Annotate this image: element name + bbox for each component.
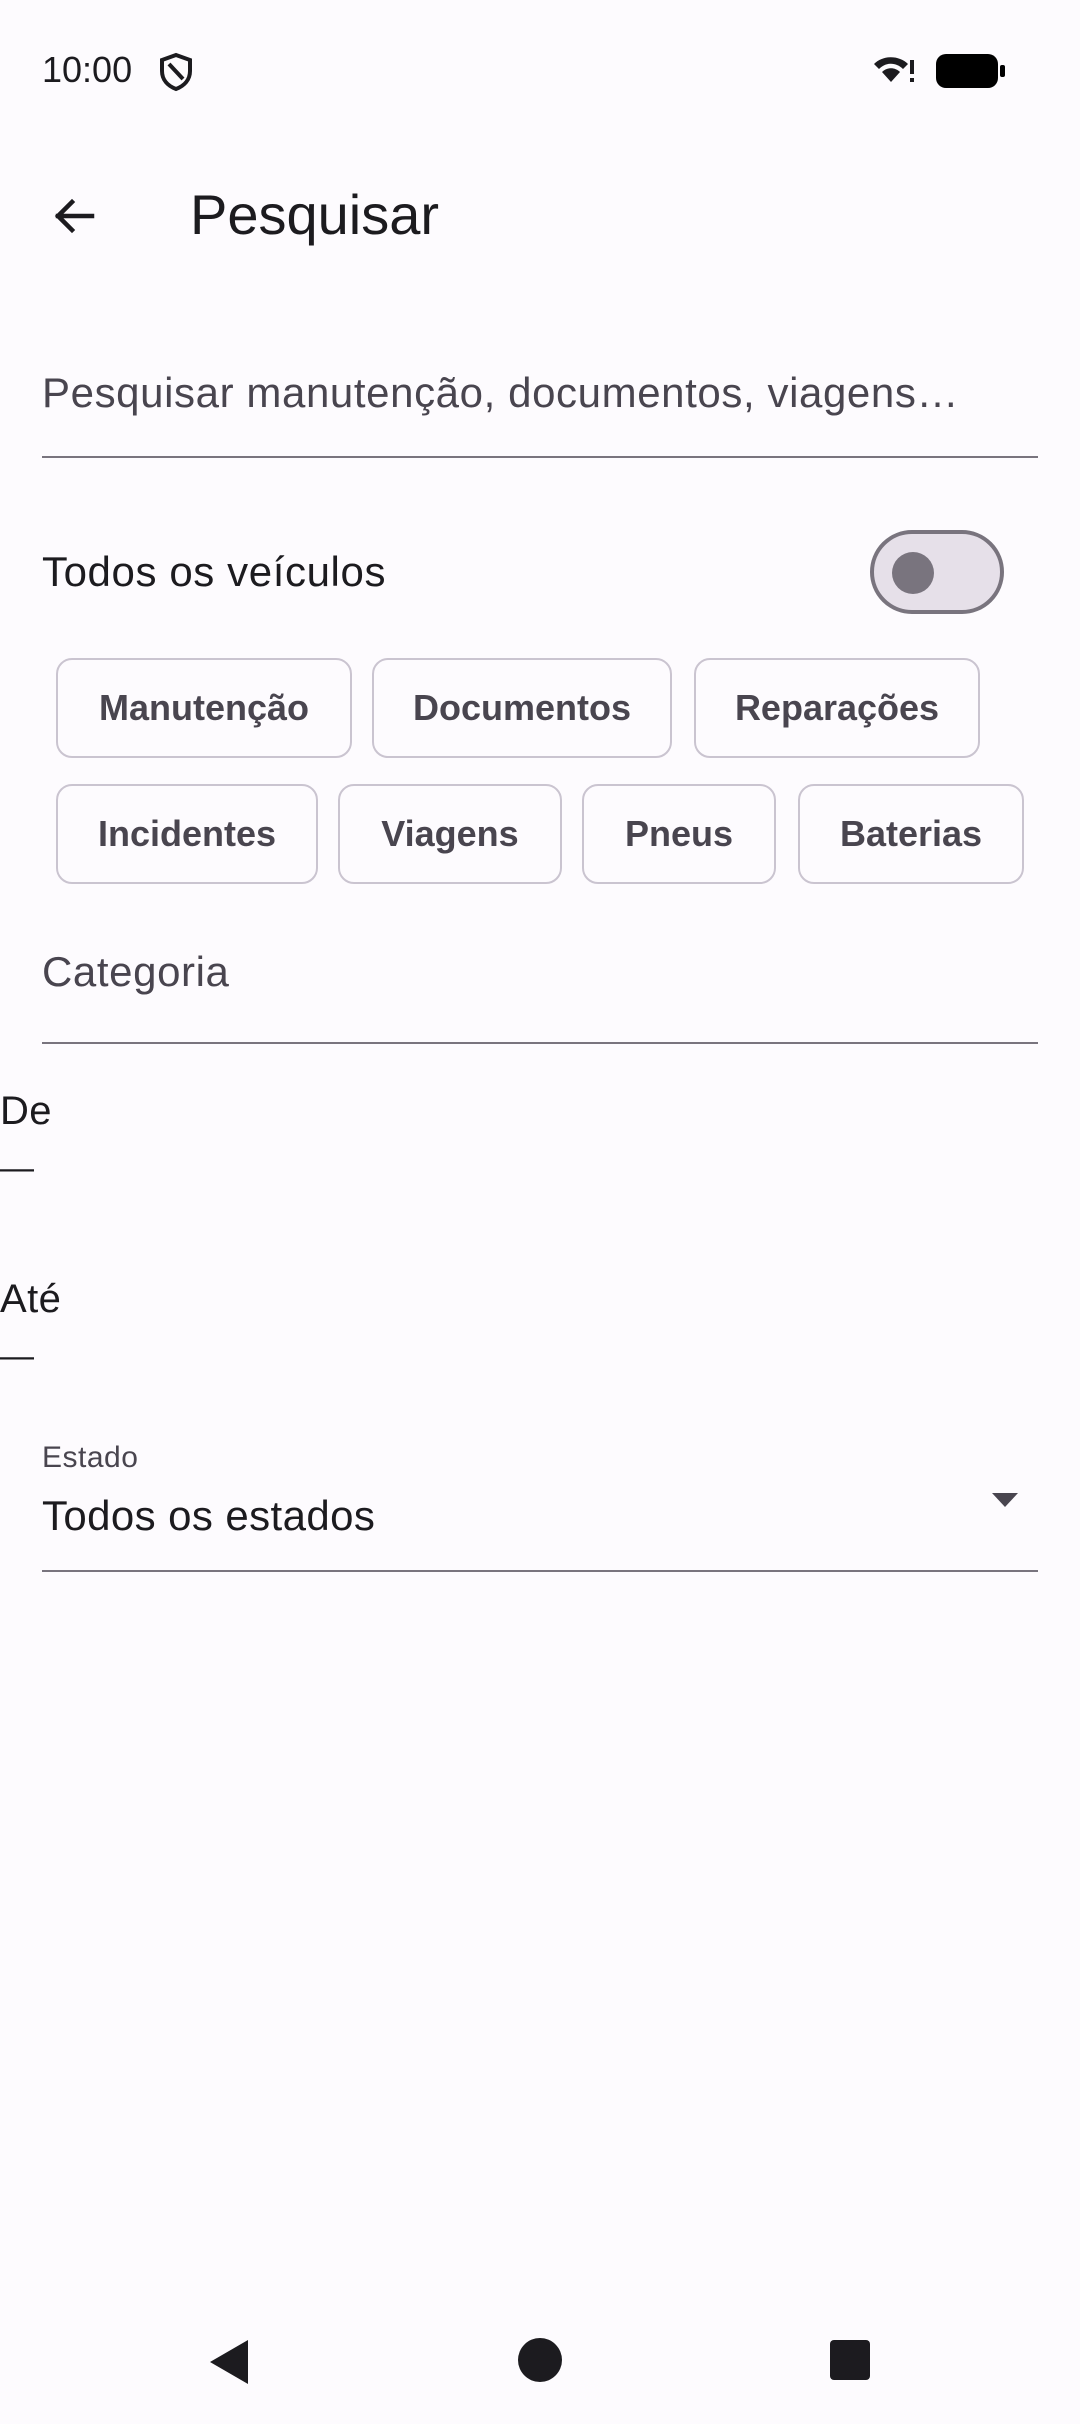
nav-home-icon: [518, 2338, 562, 2382]
estado-dropdown[interactable]: Estado Todos os estados: [42, 1436, 1038, 1572]
all-vehicles-switch[interactable]: [870, 530, 1004, 614]
dropdown-arrow-icon: [992, 1493, 1018, 1507]
nav-back-button[interactable]: [204, 2336, 252, 2388]
estado-label: Estado: [42, 1441, 139, 1474]
chip-label: Reparações: [734, 687, 940, 728]
chip-label: Baterias: [839, 813, 983, 854]
chip-label: Documentos: [412, 687, 632, 728]
all-vehicles-label: Todos os veículos: [42, 548, 387, 595]
date-from-value[interactable]: —: [0, 1148, 34, 1188]
page-title: Pesquisar: [190, 183, 440, 246]
wifi-icon: [872, 52, 916, 88]
chip-label: Manutenção: [98, 687, 310, 728]
nav-recents-icon: [830, 2340, 870, 2380]
category-label: Categoria: [42, 948, 230, 995]
nav-back-icon: [210, 2340, 248, 2384]
nav-recents-button[interactable]: [830, 2340, 870, 2380]
back-button[interactable]: [38, 180, 110, 252]
estado-selected-value: Todos os estados: [42, 1492, 376, 1539]
arrow-back-icon: [54, 198, 95, 234]
chip-label: Pneus: [624, 813, 734, 854]
chip-reparacoes[interactable]: Reparações: [694, 658, 980, 758]
chip-documentos[interactable]: Documentos: [372, 658, 672, 758]
chip-pneus[interactable]: Pneus: [582, 784, 776, 884]
nav-home-button[interactable]: [517, 2337, 563, 2383]
chip-label: Incidentes: [97, 813, 277, 854]
switch-thumb: [892, 552, 934, 594]
status-time: 10:00: [42, 49, 133, 90]
date-to-value[interactable]: —: [0, 1336, 34, 1376]
search-input[interactable]: [42, 356, 1038, 430]
chip-incidentes[interactable]: Incidentes: [56, 784, 318, 884]
date-to-label: Até: [0, 1277, 62, 1321]
chip-baterias[interactable]: Baterias: [798, 784, 1024, 884]
chip-viagens[interactable]: Viagens: [338, 784, 562, 884]
battery-icon: [934, 54, 1006, 88]
category-field[interactable]: Categoria: [42, 930, 1038, 1044]
chip-manutencao[interactable]: Manutenção: [56, 658, 352, 758]
shield-icon: [158, 52, 194, 92]
chip-label: Viagens: [381, 813, 519, 854]
date-from-label: De: [0, 1089, 52, 1133]
search-field[interactable]: [42, 356, 1038, 458]
